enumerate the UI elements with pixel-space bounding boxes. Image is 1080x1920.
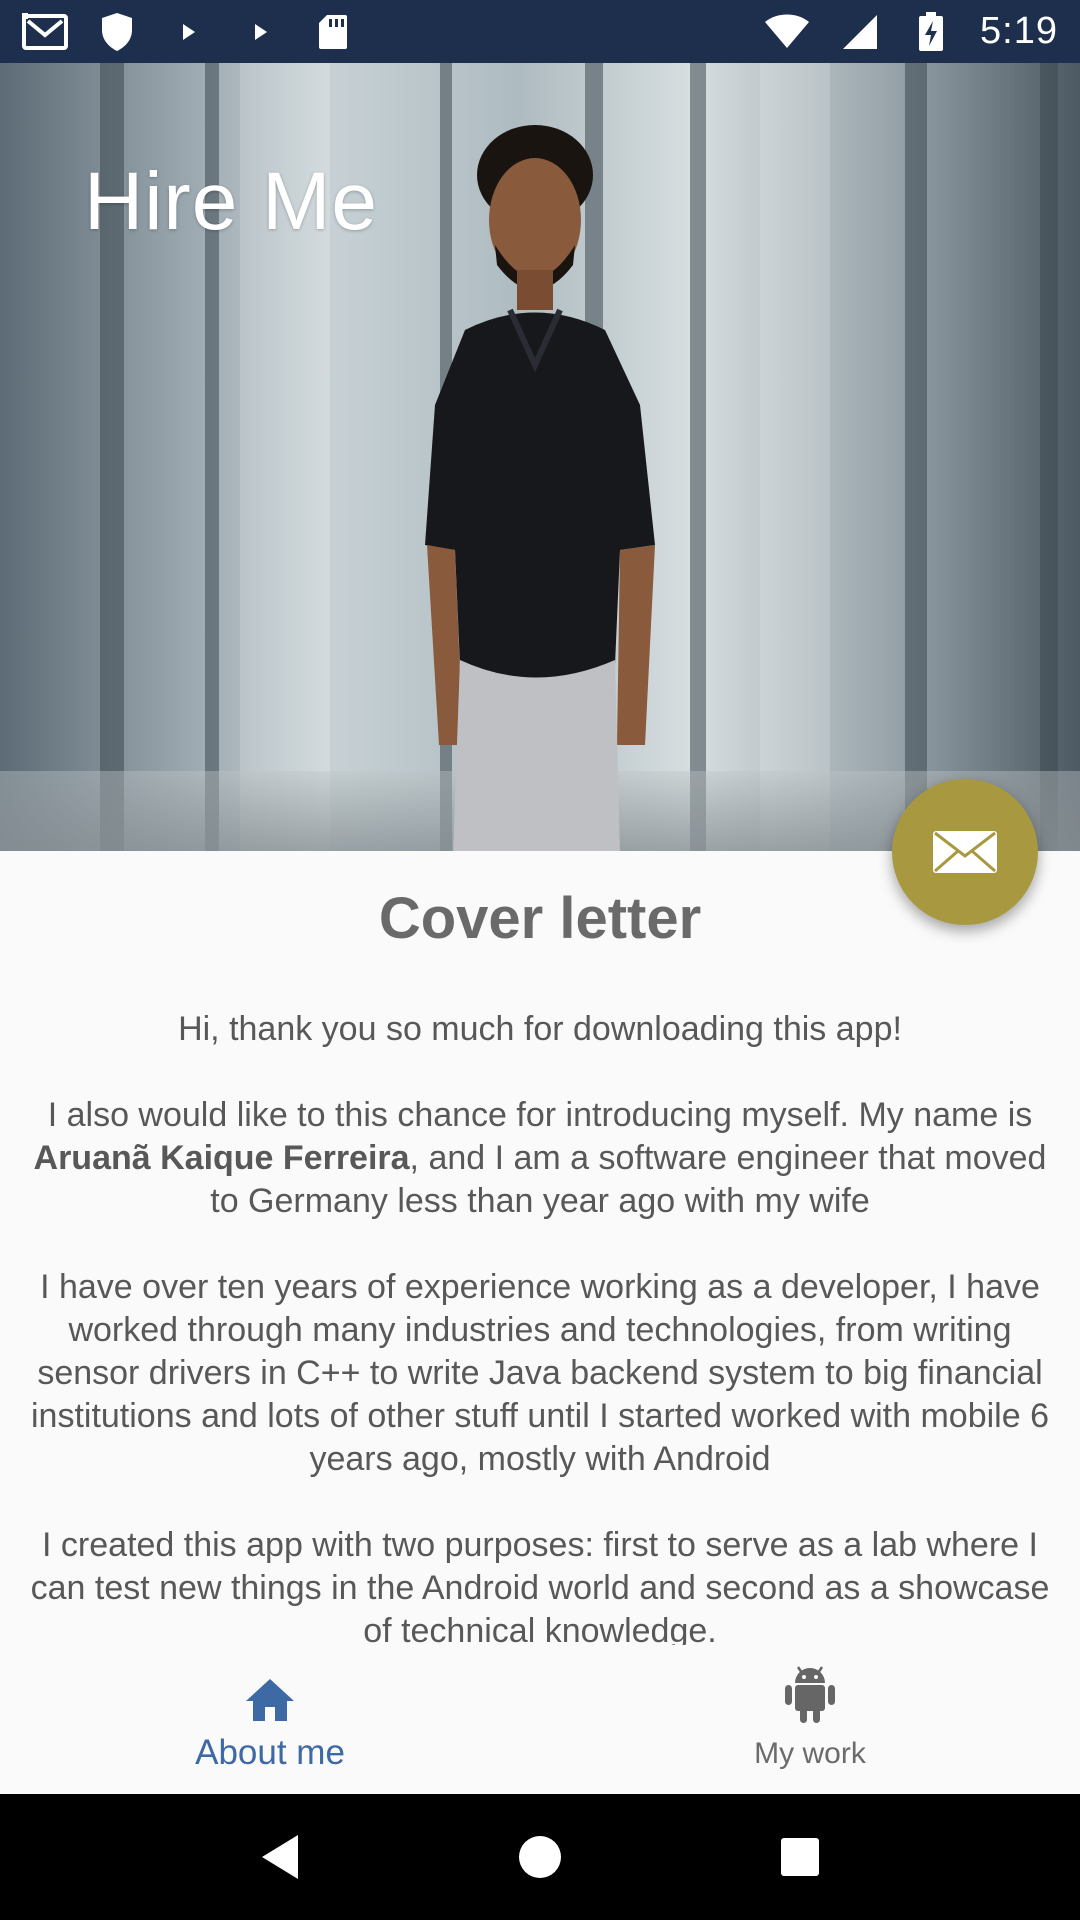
paragraph-intro: I also would like to this chance for int…	[0, 1094, 1080, 1223]
sd-card-icon	[310, 12, 356, 52]
status-icons-left	[22, 12, 356, 52]
back-icon[interactable]	[245, 1822, 315, 1892]
author-name: Aruanã Kaique Ferreira	[33, 1139, 410, 1177]
system-navigation-bar	[0, 1794, 1080, 1920]
home-circle-icon[interactable]	[505, 1822, 575, 1892]
home-icon	[244, 1667, 296, 1723]
status-icons-right: 5:19	[764, 10, 1058, 53]
bottom-navigation: About me My work	[0, 1645, 1080, 1794]
nav-label-about-me: About me	[195, 1732, 345, 1772]
mail-icon	[933, 831, 997, 873]
hero-image: Hire Me	[0, 63, 1080, 851]
gmail-icon	[22, 12, 68, 52]
play-icon	[238, 12, 284, 52]
status-time: 5:19	[980, 10, 1058, 52]
hero-title: Hire Me	[84, 156, 379, 247]
paragraph-greeting: Hi, thank you so much for downloading th…	[178, 1010, 902, 1048]
wifi-icon	[764, 12, 810, 52]
shield-icon	[94, 12, 140, 52]
cover-letter-content[interactable]: Cover letter Hi, thank you so much for d…	[0, 851, 1080, 1645]
person-photo	[425, 125, 655, 851]
signal-icon	[836, 12, 882, 52]
nav-label-my-work: My work	[754, 1736, 866, 1770]
paragraph-purpose: I created this app with two purposes: fi…	[30, 1526, 1050, 1645]
play-icon	[166, 12, 212, 52]
status-bar: 5:19	[0, 0, 1080, 63]
android-icon	[783, 1665, 837, 1725]
battery-charging-icon	[908, 11, 954, 52]
nav-item-about-me[interactable]: About me	[0, 1645, 540, 1794]
nav-item-my-work[interactable]: My work	[540, 1645, 1080, 1794]
contact-email-button[interactable]	[892, 779, 1038, 925]
paragraph-intro-text: I also would like to this chance for int…	[47, 1096, 1033, 1134]
paragraph-experience: I have over ten years of experience work…	[30, 1268, 1049, 1478]
recents-icon[interactable]	[765, 1822, 835, 1892]
